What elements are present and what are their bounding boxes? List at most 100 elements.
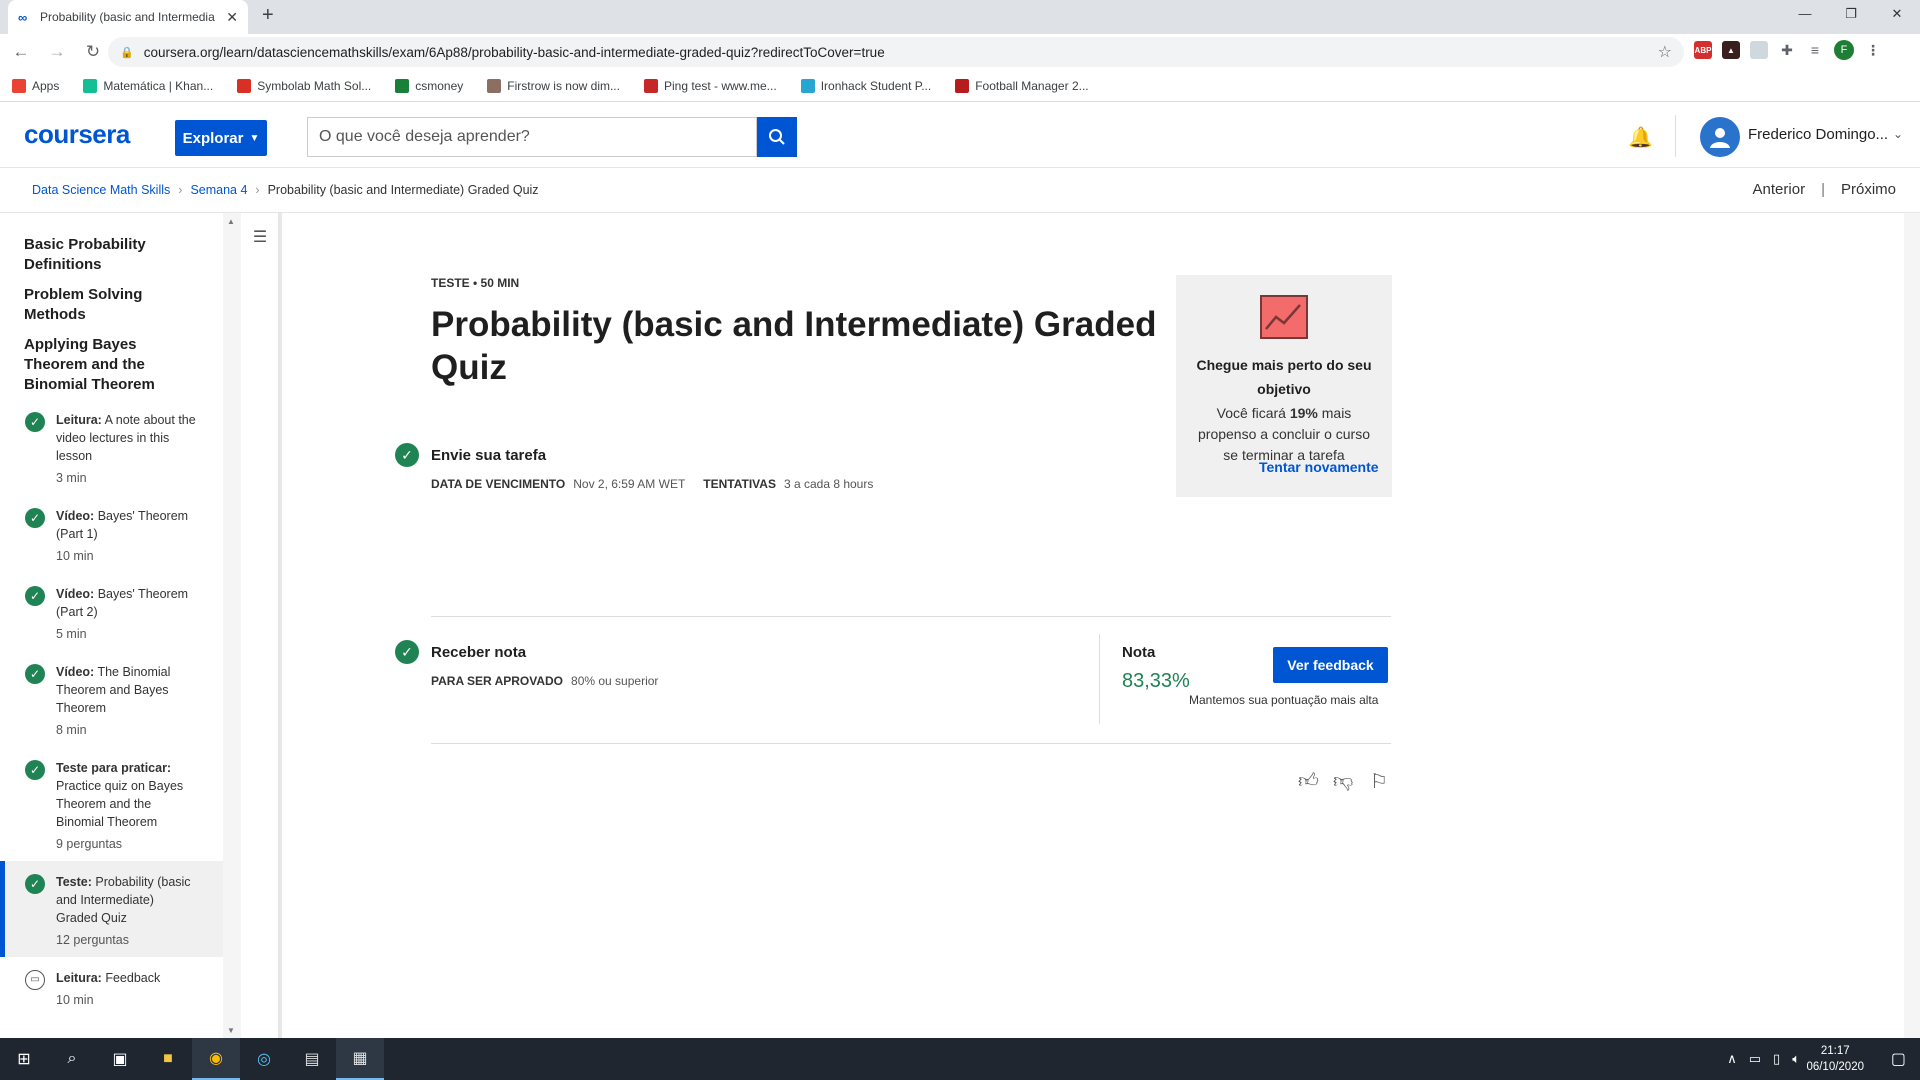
sidebar-item[interactable]: ▭ Leitura: Feedback 10 min	[0, 957, 223, 1017]
bookmark-item[interactable]: Matemática | Khan...	[83, 78, 213, 93]
goal-percent: 19%	[1289, 405, 1318, 421]
divider	[431, 743, 1391, 744]
chevron-up-icon[interactable]: ∧	[1727, 1051, 1737, 1067]
windows-start-icon[interactable]: ⊞	[0, 1038, 48, 1080]
chevron-down-icon: ▼	[249, 132, 260, 144]
shield-extension-icon[interactable]	[1750, 41, 1768, 59]
divider	[431, 616, 1391, 617]
browser-tab[interactable]: ∞ Probability (basic and Intermedia ✕	[8, 0, 248, 34]
item-duration: 12 perguntas	[56, 933, 129, 947]
sidebar-section-heading[interactable]: Problem Solving Methods	[0, 285, 223, 325]
sidebar-item[interactable]: ✓ Vídeo: The Binomial Theorem and Bayes …	[0, 651, 223, 747]
bookmark-item[interactable]: Symbolab Math Sol...	[237, 78, 371, 93]
coursera-favicon-icon: ∞	[18, 9, 28, 25]
volume-icon[interactable]: 🔈︎	[1792, 1051, 1800, 1067]
item-title: Practice quiz on Bayes Theorem and the B…	[56, 779, 184, 829]
scroll-up-arrow-icon[interactable]: ▲	[227, 217, 235, 226]
sidebar-section-heading[interactable]: Basic Probability Definitions	[0, 235, 223, 275]
breadcrumb-course-link[interactable]: Data Science Math Skills	[32, 183, 170, 197]
grade-step-title: Receber nota	[431, 644, 527, 661]
goal-text: Você ficará 19% mais propenso a concluir…	[1194, 403, 1374, 466]
next-link[interactable]: Próximo	[1841, 181, 1896, 198]
scroll-down-arrow-icon[interactable]: ▼	[227, 1026, 235, 1035]
notifications-icon[interactable]: ▢	[1891, 1049, 1906, 1069]
sidebar-item[interactable]: ✓ Vídeo: Bayes' Theorem (Part 1) 10 min	[0, 495, 223, 573]
address-bar[interactable]: 🔒 coursera.org/learn/datasciencemathskil…	[108, 37, 1684, 67]
search-icon[interactable]: ⌕	[48, 1038, 96, 1080]
bookmark-item[interactable]: Ping test - www.me...	[643, 78, 777, 93]
task-view-icon[interactable]: ▣	[96, 1038, 144, 1080]
windows-taskbar: ⊞ ⌕ ▣ ■ ◉ ◎ ▤ ▦ ∧ ▭ ▯ 🔈︎ 21:17 06/10/202…	[0, 1038, 1920, 1080]
battery-icon[interactable]: ▯	[1773, 1051, 1780, 1067]
sidebar-scrollbar[interactable]	[223, 213, 241, 1038]
bookmark-item[interactable]: Ironhack Student P...	[800, 78, 931, 93]
maximize-button[interactable]: ❐	[1828, 0, 1874, 30]
quiz-main: TESTE • 50 MIN Probability (basic and In…	[282, 213, 1892, 1038]
quiz-eyebrow: TESTE • 50 MIN	[431, 276, 520, 290]
new-tab-button[interactable]: +	[262, 4, 274, 27]
football-manager-icon	[955, 78, 970, 93]
bookmark-star-icon[interactable]: ☆	[1658, 42, 1672, 62]
notifications-bell-icon[interactable]: 🔔	[1628, 125, 1653, 150]
chrome-icon[interactable]: ◉	[192, 1038, 240, 1080]
sidebar-item-active[interactable]: ✓ Teste: Probability (basic and Intermed…	[0, 861, 223, 957]
site-header: coursera Explorar ▼ O que você deseja ap…	[0, 103, 1920, 168]
bookmark-item[interactable]: Firstrow is now dim...	[487, 78, 620, 93]
completed-check-icon: ✓	[25, 760, 45, 780]
puzzle-icon[interactable]: ✚	[1778, 41, 1796, 59]
coursera-logo[interactable]: coursera	[24, 119, 130, 150]
list-toggle-icon[interactable]: ☰	[248, 227, 272, 251]
user-name[interactable]: Frederico Domingo...	[1748, 126, 1888, 143]
extension-icon[interactable]: ▲	[1722, 41, 1740, 59]
retry-button[interactable]: Tentar novamente	[1259, 459, 1379, 475]
bookmark-item[interactable]: csmoney	[395, 78, 463, 93]
chevron-right-icon: ›	[178, 183, 183, 197]
explore-button[interactable]: Explorar ▼	[175, 120, 267, 156]
page-scrollbar[interactable]	[1904, 213, 1920, 1038]
chevron-down-icon[interactable]: ⌄	[1893, 127, 1903, 141]
adblock-extension-icon[interactable]: ABP	[1694, 41, 1712, 59]
item-type: Teste para praticar:	[56, 761, 172, 775]
bookmark-item[interactable]: Apps	[12, 78, 59, 93]
file-explorer-icon[interactable]: ■	[144, 1038, 192, 1080]
close-window-button[interactable]: ✕	[1874, 0, 1920, 30]
search-placeholder: O que você deseja aprender?	[319, 128, 530, 145]
back-icon[interactable]: ←	[6, 42, 36, 62]
search-input[interactable]: O que você deseja aprender?	[307, 117, 757, 157]
thumbs-down-icon[interactable]: 👎︎	[1333, 769, 1353, 793]
user-avatar-icon[interactable]	[1700, 117, 1740, 157]
view-feedback-button[interactable]: Ver feedback	[1273, 647, 1388, 683]
close-tab-icon[interactable]: ✕	[226, 9, 238, 26]
bookmark-label: Football Manager 2...	[975, 78, 1089, 93]
breadcrumb-bar: Data Science Math Skills › Semana 4 › Pr…	[0, 168, 1920, 213]
forward-icon[interactable]: →	[42, 42, 72, 62]
bookmark-item[interactable]: Football Manager 2...	[955, 78, 1089, 93]
ping-test-icon	[643, 78, 658, 93]
url-text[interactable]: coursera.org/learn/datasciencemathskills…	[144, 45, 1658, 60]
grade-label: Nota	[1122, 644, 1156, 661]
document-icon[interactable]: ▤	[288, 1038, 336, 1080]
grade-meta: PARA SER APROVADO 80% ou superior	[431, 674, 658, 688]
profile-avatar[interactable]: F	[1834, 40, 1854, 60]
menu-kebab-icon[interactable]: ⋮	[1864, 41, 1882, 59]
search-button[interactable]	[757, 117, 797, 157]
book-icon: ▭	[25, 970, 45, 990]
reload-icon[interactable]: ↻	[78, 42, 108, 62]
thumbs-up-icon[interactable]: 👍︎	[1298, 769, 1319, 793]
sidebar-section-heading[interactable]: Applying Bayes Theorem and the Binomial …	[0, 335, 223, 395]
app-icon[interactable]: ◎	[240, 1038, 288, 1080]
sidebar-item[interactable]: ✓ Leitura: A note about the video lectur…	[0, 399, 223, 495]
pager-separator: |	[1821, 181, 1825, 198]
sidebar-item[interactable]: ✓ Teste para praticar: Practice quiz on …	[0, 747, 223, 861]
media-icon[interactable]: ≡	[1806, 41, 1824, 59]
network-icon[interactable]: ▭	[1749, 1051, 1761, 1067]
system-clock[interactable]: 21:17 06/10/2020	[1806, 1043, 1864, 1075]
flag-icon[interactable]: ⚐	[1370, 769, 1388, 794]
calculator-icon[interactable]: ▦	[336, 1038, 384, 1080]
minimize-button[interactable]: —	[1782, 0, 1828, 30]
attempts-label: TENTATIVAS	[703, 477, 776, 491]
sidebar-item[interactable]: ✓ Vídeo: Bayes' Theorem (Part 2) 5 min	[0, 573, 223, 651]
breadcrumb-week-link[interactable]: Semana 4	[190, 183, 247, 197]
previous-link[interactable]: Anterior	[1753, 181, 1806, 198]
clock-time: 21:17	[1820, 1045, 1850, 1057]
